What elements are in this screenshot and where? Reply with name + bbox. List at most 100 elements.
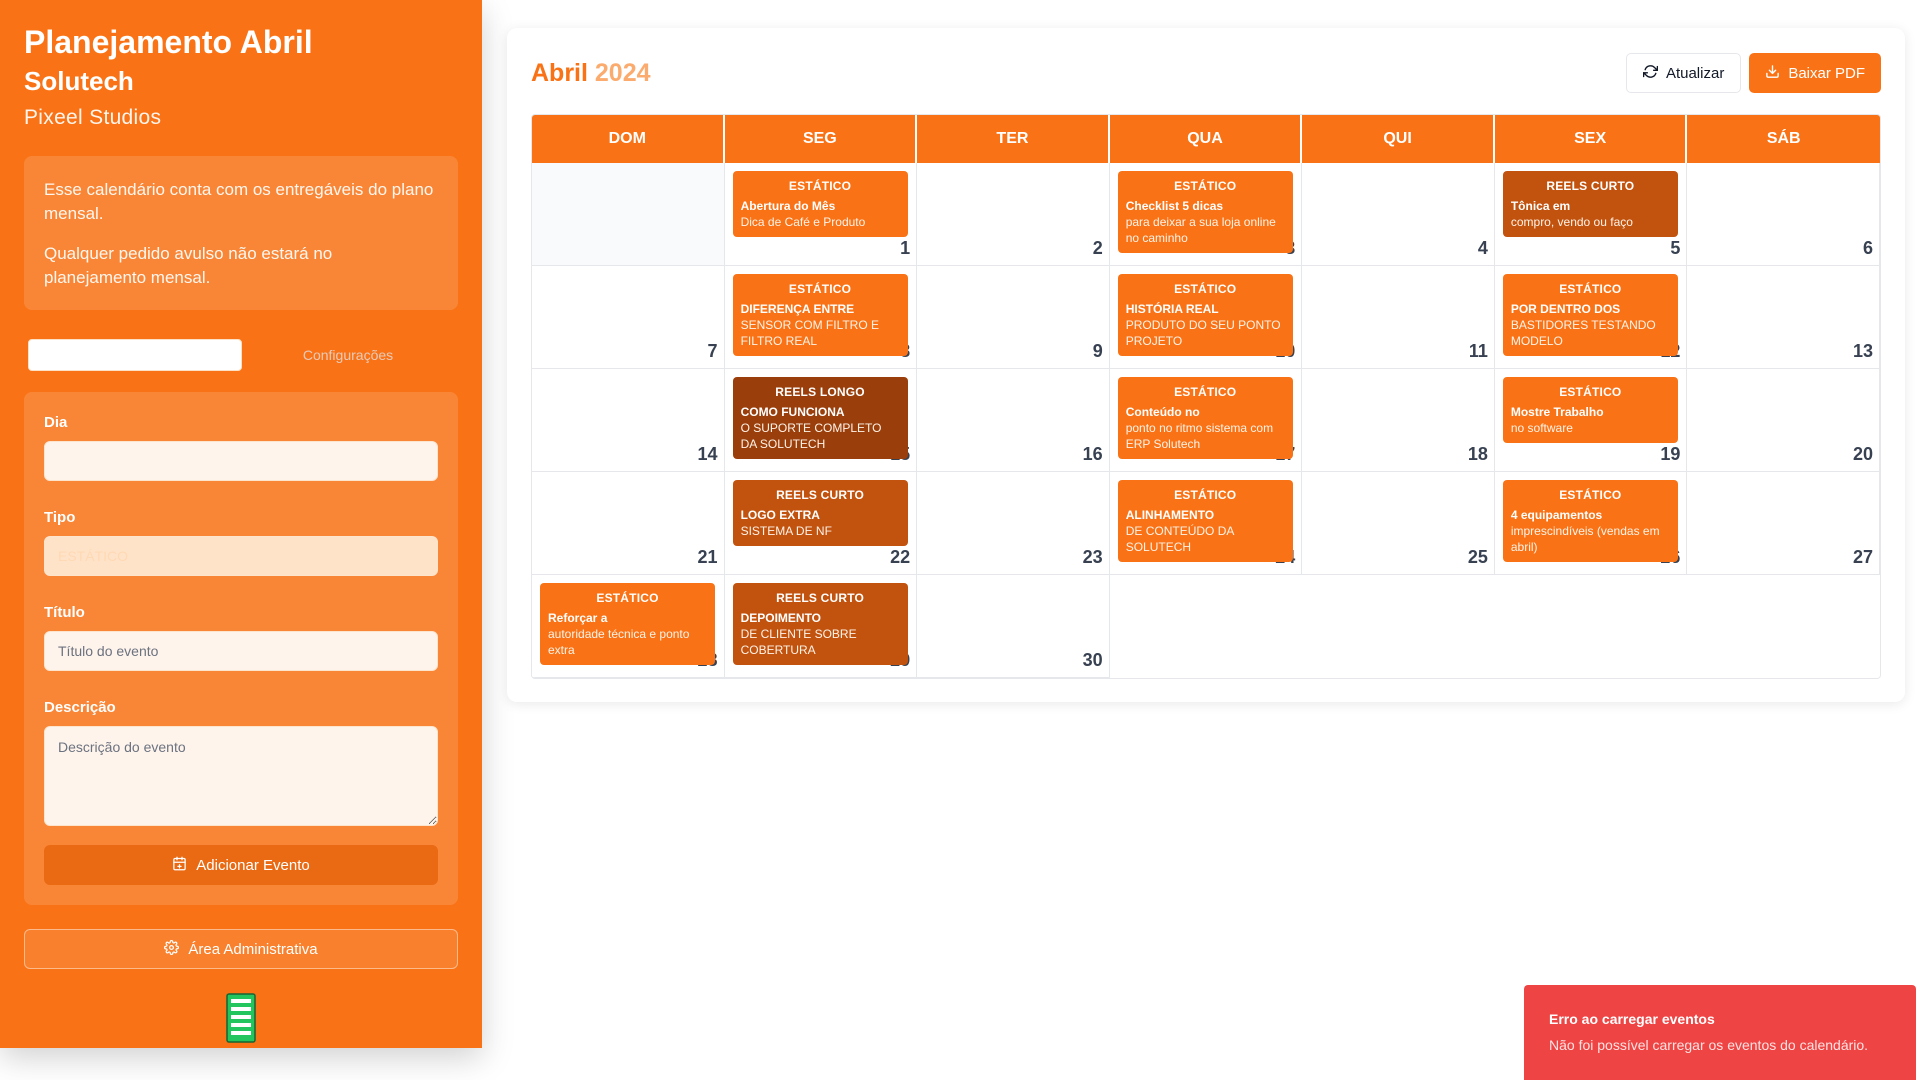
event-type: REELS LONGO	[775, 385, 865, 399]
event-card[interactable]: ESTÁTICO Mostre Trabalho no software	[1502, 377, 1678, 443]
title-label: Título	[44, 604, 85, 621]
calendar-cell-day-23[interactable]: 23	[917, 472, 1110, 575]
day-number: 7	[707, 341, 718, 361]
calendar-cell-day-10[interactable]: ESTÁTICO HISTÓRIA REAL PRODUTO DO SEU PONT…	[1109, 266, 1303, 369]
calendar-cell-day-16[interactable]: 16	[917, 369, 1110, 472]
event-type: ESTÁTICO	[1174, 179, 1237, 193]
day-number: 25	[1467, 547, 1488, 567]
event-title: Conteúdo no	[1125, 405, 1200, 419]
calendar-cell-day-29[interactable]: REELS CURTO DEPOIMENTO DE CLIENTE SOBRE CO…	[724, 575, 918, 678]
calendar-cell-day-28[interactable]: ESTÁTICO Reforçar a autoridade técnica e p…	[532, 575, 725, 678]
add-event-button[interactable]: Adicionar Evento	[44, 845, 438, 885]
error-toast[interactable]: Erro ao carregar eventos Não foi possíve…	[1524, 985, 1916, 1080]
sidebar-subtitle: Solutech	[24, 66, 134, 96]
weekday-1: SEG	[724, 115, 918, 163]
event-type: ESTÁTICO	[788, 179, 852, 193]
calendar-cell-day-2[interactable]: 2	[917, 163, 1110, 266]
calendar-cell-day-6[interactable]: 6	[1687, 163, 1880, 266]
event-description: DE CONTEÚDO DA SOLUTECH	[1125, 524, 1234, 554]
document-logo-icon	[226, 993, 256, 1043]
type-label: Tipo	[44, 509, 76, 526]
event-type: ESTÁTICO	[1559, 488, 1622, 502]
calendar-cell-day-12[interactable]: ESTÁTICO POR DENTRO DOS BASTIDORES TESTAND…	[1494, 266, 1688, 369]
event-title: ALINHAMENTO	[1125, 508, 1215, 522]
weekday-4: QUI	[1302, 115, 1495, 163]
calendar-cell-day-17[interactable]: ESTÁTICO Conteúdo no ponto no ritmo sistem…	[1109, 369, 1303, 472]
event-card[interactable]: REELS CURTO LOGO EXTRA SISTEMA DE NF	[732, 480, 908, 546]
brand-name: Pixeel Studios	[24, 106, 162, 129]
calendar-cell-day-4[interactable]: 4	[1302, 163, 1495, 266]
event-card[interactable]: ESTÁTICO Reforçar a autoridade técnica e p…	[540, 583, 715, 665]
calendar-cell-day-22[interactable]: REELS CURTO LOGO EXTRA SISTEMA DE NF 22	[724, 472, 918, 575]
event-description: no software	[1510, 421, 1573, 435]
calendar-cell-day-26[interactable]: ESTÁTICO 4 equipamentos imprescindíveis (v…	[1494, 472, 1688, 575]
event-type: ESTÁTICO	[1559, 385, 1622, 399]
calendar-cell-day-15[interactable]: REELS LONGO COMO FUNCIONA O SUPORTE COMPLE…	[724, 369, 918, 472]
title-input[interactable]	[44, 631, 438, 671]
event-type: REELS CURTO	[776, 488, 865, 502]
event-card[interactable]: ESTÁTICO POR DENTRO DOS BASTIDORES TESTAND…	[1502, 274, 1678, 356]
download-pdf-button[interactable]: Baixar PDF	[1749, 53, 1881, 93]
refresh-button[interactable]: Atualizar	[1625, 53, 1742, 93]
calendar-cell-empty[interactable]	[532, 163, 725, 266]
event-title: DEPOIMENTO	[740, 611, 822, 625]
calendar-cell-day-5[interactable]: REELS CURTO Tônica em compro, vendo ou faç…	[1494, 163, 1688, 266]
description-input[interactable]	[44, 726, 438, 826]
admin-area-button[interactable]: Área Administrativa	[24, 929, 458, 969]
day-input[interactable]	[44, 441, 438, 481]
weekday-5: SEX	[1494, 115, 1688, 163]
event-card[interactable]: ESTÁTICO 4 equipamentos imprescindíveis (v…	[1502, 480, 1678, 562]
logo-area	[24, 993, 458, 1043]
event-card[interactable]: ESTÁTICO Conteúdo no ponto no ritmo sistem…	[1117, 377, 1293, 459]
info-box: Esse calendário conta com os entregáveis…	[24, 156, 458, 310]
calendar-cell-day-21[interactable]: 21	[532, 472, 725, 575]
event-description: imprescindíveis (vendas em abril)	[1510, 524, 1660, 554]
weekday-6: SÁB	[1687, 115, 1880, 163]
day-label: Dia	[44, 414, 68, 431]
calendar-card: Abril 2024 Atualizar Baixar PDF DOM SEG TE…	[507, 28, 1905, 702]
year: 2024	[594, 58, 651, 87]
calendar-cell-day-8[interactable]: ESTÁTICO DIFERENÇA ENTRE SENSOR COM FILTRO…	[724, 266, 918, 369]
calendar-cell-day-1[interactable]: ESTÁTICO Abertura do Mês Dica de Café e Pr…	[724, 163, 918, 266]
event-card[interactable]: ESTÁTICO Abertura do Mês Dica de Café e Pr…	[732, 171, 908, 237]
calendar-cell-day-27[interactable]: 27	[1687, 472, 1880, 575]
event-title: POR DENTRO DOS	[1510, 302, 1621, 316]
admin-area-label: Área Administrativa	[188, 940, 318, 958]
event-card[interactable]: REELS LONGO COMO FUNCIONA O SUPORTE COMPLE…	[732, 377, 908, 459]
calendar-cell-day-24[interactable]: ESTÁTICO ALINHAMENTO DE CONTEÚDO DA SOLUTE…	[1109, 472, 1303, 575]
calendar-cell-day-30[interactable]: 30	[917, 575, 1110, 678]
event-card[interactable]: ESTÁTICO HISTÓRIA REAL PRODUTO DO SEU PONT…	[1117, 274, 1293, 356]
calendar-cell-day-7[interactable]: 7	[532, 266, 725, 369]
day-number: 19	[1660, 444, 1681, 464]
event-description: SISTEMA DE NF	[740, 524, 832, 538]
calendar-filler	[1109, 575, 1880, 678]
calendar-cell-day-9[interactable]: 9	[917, 266, 1110, 369]
calendar-cell-day-25[interactable]: 25	[1302, 472, 1495, 575]
calendar-cell-day-20[interactable]: 20	[1687, 369, 1880, 472]
sidebar-tabs: Configurações	[24, 338, 458, 372]
event-card[interactable]: REELS CURTO DEPOIMENTO DE CLIENTE SOBRE CO…	[732, 583, 908, 665]
weekday-2: TER	[917, 115, 1110, 163]
calendar-cell-day-13[interactable]: 13	[1687, 266, 1880, 369]
event-card[interactable]: ESTÁTICO DIFERENÇA ENTRE SENSOR COM FILTRO…	[732, 274, 908, 356]
day-number: 30	[1082, 650, 1103, 670]
event-title: Abertura do Mês	[740, 199, 836, 213]
calendar-cell-day-18[interactable]: 18	[1302, 369, 1495, 472]
day-number: 18	[1467, 444, 1488, 464]
calendar-cell-day-3[interactable]: ESTÁTICO Checklist 5 dicas para deixar a s…	[1109, 163, 1303, 266]
event-card[interactable]: REELS CURTO Tônica em compro, vendo ou faç…	[1502, 171, 1678, 237]
calendar-cell-day-11[interactable]: 11	[1302, 266, 1495, 369]
weekday-3: QUA	[1109, 115, 1303, 163]
calendar-cell-day-14[interactable]: 14	[532, 369, 725, 472]
info-text-2: Qualquer pedido avulso não estará no pla…	[44, 244, 333, 287]
event-description: SENSOR COM FILTRO E FILTRO REAL	[740, 318, 880, 348]
event-card[interactable]: ESTÁTICO ALINHAMENTO DE CONTEÚDO DA SOLUTE…	[1117, 480, 1293, 562]
calendar-cell-day-19[interactable]: ESTÁTICO Mostre Trabalho no software 19	[1494, 369, 1688, 472]
event-card[interactable]: ESTÁTICO Checklist 5 dicas para deixar a s…	[1117, 171, 1293, 253]
day-number: 9	[1092, 341, 1103, 361]
month-name: Abril	[531, 58, 588, 87]
tab-events[interactable]	[28, 339, 242, 371]
type-select[interactable]: ESTÁTICO	[44, 536, 438, 576]
event-title: Tônica em	[1510, 199, 1571, 213]
tab-settings[interactable]: Configurações	[242, 347, 454, 363]
